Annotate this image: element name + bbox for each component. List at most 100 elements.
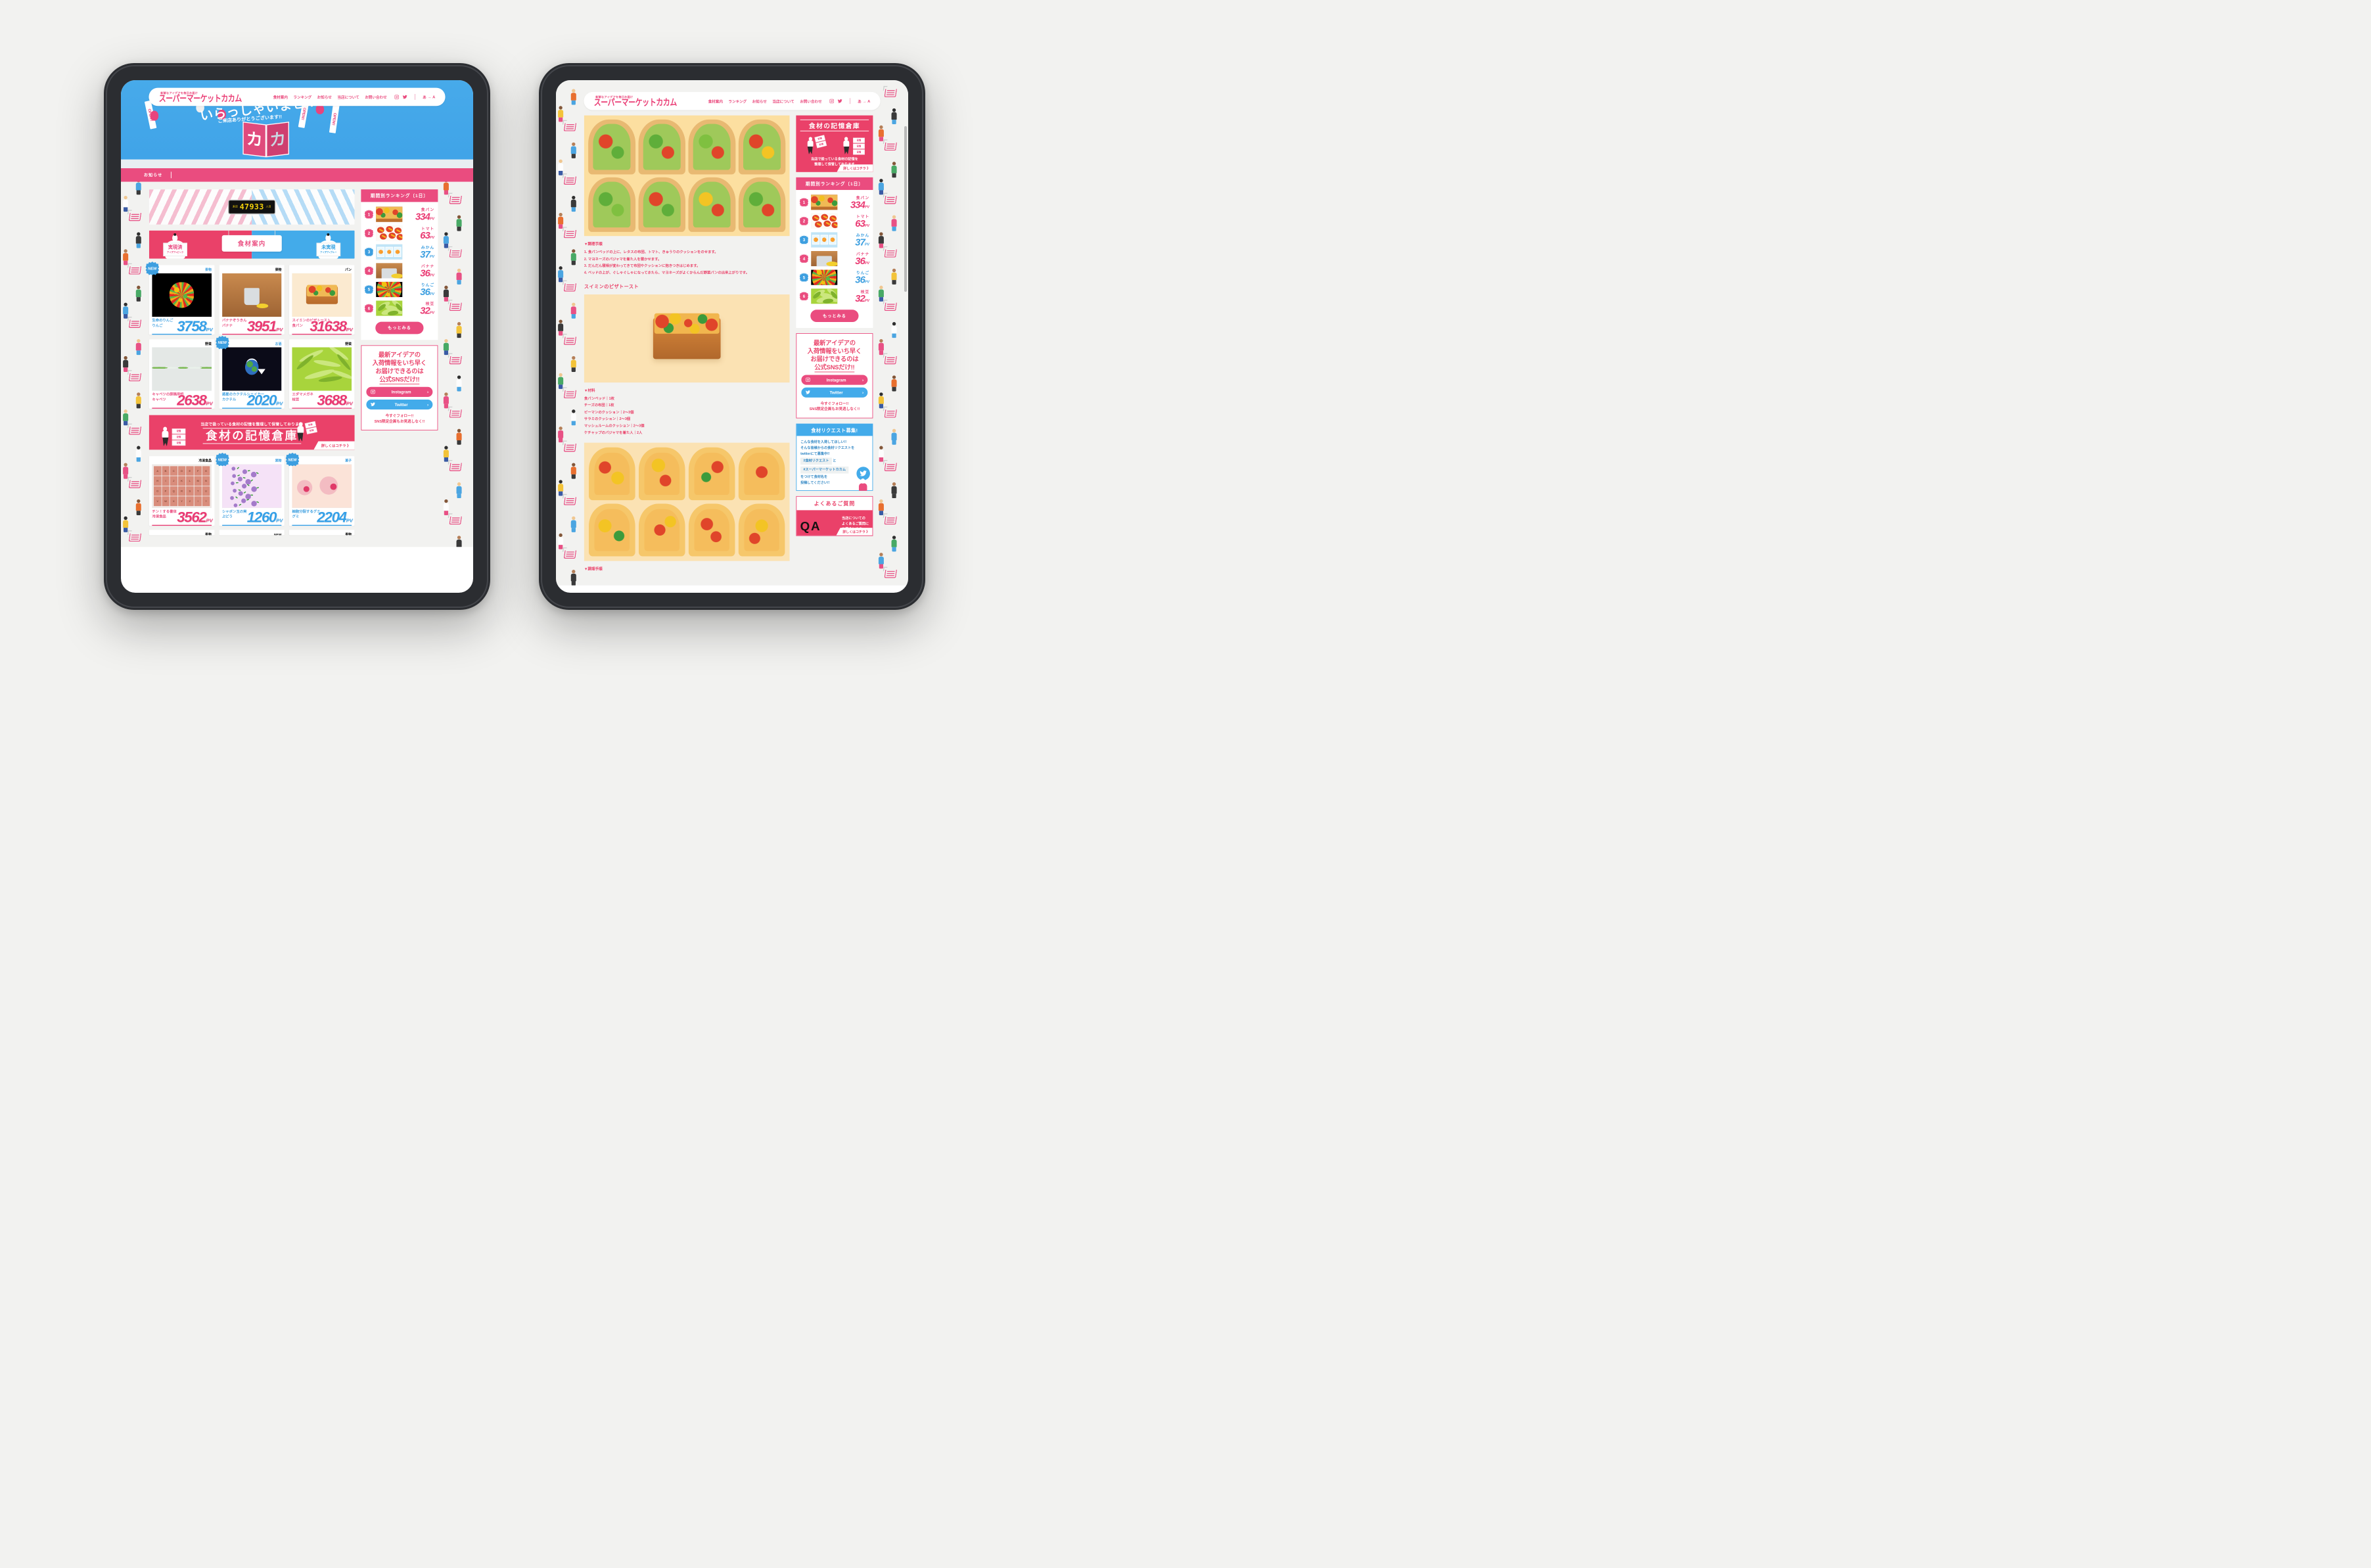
recipe-steps-section: ▼調理手順 1. 食パンベッドの上に、レタスの布団、トマト、きゅうりのクッション… [584,236,790,276]
language-switch[interactable]: あ → A [423,94,435,99]
product-category: パン [345,267,352,272]
new-badge: NEW [216,335,229,350]
tablet-device-right: 新鮮なアイデアを毎日お届け スーパーマーケットカカム 食材案内 ランキング お知… [539,63,925,610]
storage-banner-more-link[interactable]: 詳しくはコチラ 》 [313,441,355,450]
instagram-icon[interactable] [394,95,400,100]
sns-promo-line1: 最新アイデアの [813,339,856,347]
ranking-more-button[interactable]: もっとみる [375,321,424,334]
pizza-topping [654,313,720,334]
faq-more-link[interactable]: 詳しくはコチラ 》 [836,527,873,536]
product-card-partial[interactable]: NEW [219,530,285,536]
twitter-icon[interactable] [402,95,407,100]
faq-mark-a: A [811,519,820,534]
sns-promo-footer: 今すぐフォロー!! SNS限定企画もお見逃しなく!! [801,401,867,412]
notice-label: お知らせ [143,172,163,177]
product-card[interactable]: 野菜 エダマメガネ 枝豆 3688PV [289,339,355,409]
toast-slice [688,177,736,233]
nav-item-oshirase[interactable]: お知らせ [317,94,332,99]
faq-widget[interactable]: よくあるご質問 Q A 当店についての よくあるご質問に お答えします。 [796,496,873,536]
request-line-3: twitterにて募集中!! [800,451,830,456]
memory-storage-widget[interactable]: 食材の記憶倉庫 記憶 記憶 記憶 記憶 記憶 当店で扱っている食材の記憶を 整理… [796,115,873,172]
product-thumbnail [221,273,282,317]
nav-item-shokuzai[interactable]: 食材案内 [708,98,723,103]
nav-item-ranking[interactable]: ランキング [293,94,311,99]
recipe-title: スイミンのピザトースト [584,284,639,290]
twitter-button[interactable]: Twitter › [801,387,868,398]
ranking-row[interactable]: 6 枝豆 32PV [799,287,869,306]
product-card[interactable]: NEW 果物 生命のりんご りんご 3758PV [145,262,215,335]
toast-grid [588,119,786,175]
toast-slice [738,503,785,557]
step-2: 2. マヨネーズのパジャマを着た人を寝かせます。 [584,256,662,261]
nav-item-shokuzai[interactable]: 食材案内 [273,94,288,99]
request-and: と [833,459,837,463]
ranking-row[interactable]: 6 枝豆 32PV [364,299,434,318]
ranking-row[interactable]: 2 トマト 63PV [799,212,869,231]
product-thumbnail [152,273,212,317]
storage-banner[interactable]: 記憶 記憶 記憶 当店で扱っている食材の記憶を整理して保管しております 食材の記… [149,415,355,450]
product-pageviews: 2204PV [317,509,354,526]
ranking-row[interactable]: 3 みかん 37PV [799,231,870,250]
nav-item-ranking[interactable]: ランキング [728,98,747,103]
instagram-button[interactable]: Instagram › [366,386,433,397]
instagram-icon[interactable] [829,99,835,104]
storage-worker-right: 記憶 記憶 [295,421,317,441]
tab-center-title[interactable]: 食材案内 [221,230,282,252]
new-badge: NEW [216,452,229,467]
ingredient-2: チーズの布団｜1枚 [584,403,614,407]
ranking-row[interactable]: 5 りんご 36PV [364,280,434,299]
ranking-row[interactable]: 1 食パン 334PV [799,193,869,212]
product-category: 果物 [205,267,212,272]
language-switch[interactable]: あ → A [858,98,870,103]
product-grid-partial: 果物 NEW 果物 [149,530,355,536]
nav-item-oshirase[interactable]: お知らせ [752,98,767,103]
rank-item-pv: 37PV [855,237,870,248]
twitter-icon[interactable] [837,99,842,104]
product-card[interactable]: 果物 バナナぞうきん バナナ 3951PV [219,265,285,335]
ranking-row[interactable]: 3 みかん 37PV [364,242,434,262]
page-scrollbar[interactable] [904,126,907,586]
memory-box: 記憶 [172,434,186,440]
twitter-button[interactable]: Twitter › [366,399,433,410]
product-card[interactable]: NEW 菓子 細胞分裂するグミ グミ 2204PV [285,452,355,526]
scrollbar-thumb[interactable] [904,126,907,292]
memory-widget-more-link[interactable]: 詳しくはコチラ 》 [837,164,873,172]
sns-promo-heading: 最新アイデアの 入荷情報をいち早く お届けできるのは 公式SNSだけ!! [366,351,432,384]
nav-item-contact[interactable]: お問い合わせ [365,94,387,99]
product-card-partial[interactable]: 果物 [149,530,215,536]
article-column: ▼調理手順 1. 食パンベッドの上に、レタスの布団、トマト、きゅうりのクッション… [584,115,790,574]
ranking-row[interactable]: 1 食パン 334PV [364,205,434,224]
product-card[interactable]: NEW 果物 シャボン玉の実 ぶどう 1260PV [216,452,285,526]
ranking-row[interactable]: 2 トマト 63PV [364,223,434,242]
nav-item-about[interactable]: 当店について [772,98,794,103]
rank-thumbnail [811,250,838,267]
new-badge: NEW [145,262,160,275]
clerk-illustration-left: 実現済 アイデア=ピンク [162,233,187,259]
nav-item-about[interactable]: 当店について [337,94,359,99]
ranking-more-wrap: もっとみる [361,319,438,340]
product-card-partial[interactable]: 果物 [289,530,355,536]
step-3: 3. だんだん寝相が変わってきて布団やクッションに抱きつきはじめます。 [584,264,701,268]
sns-promo-foot2: SNS限定企画もお見逃しなく!! [809,407,860,411]
product-card[interactable]: 冷凍食品 A B C D E F G H I J K L M N O P Q R S T U V W X Y Z!? チン！する書体冷… [149,456,215,526]
brand-logo[interactable]: 新鮮なアイデアを毎日お届け スーパーマーケットカカム [159,91,246,104]
product-card[interactable]: NEW お酒 惑星のカクテルシェイカー カクテル 2020PV [216,335,285,409]
memory-box: 記憶 [853,143,865,149]
toast-slice [688,119,736,175]
ranking-row[interactable]: 4 バナナ 36PV [364,262,434,281]
ranking-list: 1 食パン 334PV 2 トマト 63PV 3 みかん 37PV 4 バナナ 36PV 5 りんご 36P… [796,190,873,307]
brand-logo[interactable]: 新鮮なアイデアを毎日お届け スーパーマーケットカカム [594,95,681,108]
nav-item-contact[interactable]: お問い合わせ [800,98,822,103]
ranking-row[interactable]: 5 りんご 36PV [799,268,869,287]
product-card[interactable]: パン スイミンのピザトースト 食パン 31638PV [289,265,355,335]
sidebar: 食材の記憶倉庫 記憶 記憶 記憶 記憶 記憶 当店で扱っている食材の記憶を 整理… [796,115,873,542]
balloon-1 [150,110,159,121]
ranking-row[interactable]: 4 バナナ 36PV [799,249,869,268]
product-card[interactable]: 野菜 キャベツの原稿用紙 キャベツ 2638PV [149,339,215,409]
sns-promo-line2: 入荷情報をいち早く [372,359,427,367]
ranking-more-button[interactable]: もっとみる [810,310,859,322]
product-category: お酒 [275,342,282,346]
main-nav: 食材案内 ランキング お知らせ 当店について お問い合わせ あ → A [273,93,435,100]
request-hashtag-1: #食材リクエスト [800,457,832,465]
instagram-button[interactable]: Instagram › [801,375,868,385]
